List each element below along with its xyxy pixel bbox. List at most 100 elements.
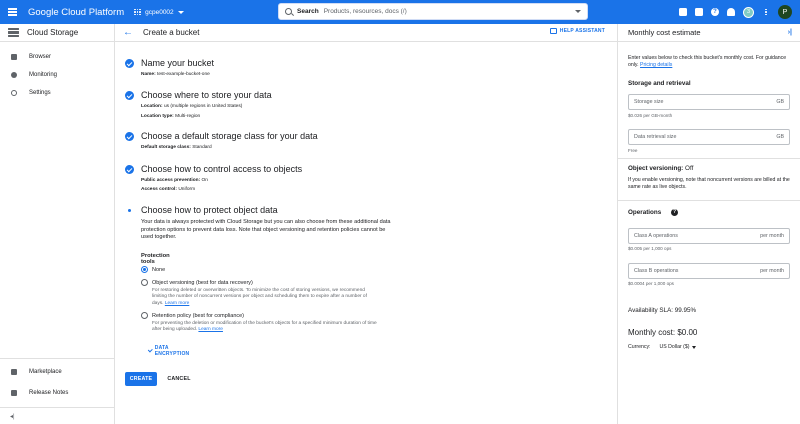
step-title: Choose how to control access to objects	[141, 164, 303, 174]
class-a-hint: $0.005 per 1,000 ops	[628, 246, 672, 251]
retrieval-size-unit: GB	[776, 134, 784, 140]
sidebar-item-settings[interactable]: Settings	[0, 84, 114, 102]
sidebar-item-release-notes[interactable]: Release Notes	[0, 382, 114, 403]
cloud-shell-icon[interactable]	[695, 8, 703, 16]
search-icon	[285, 8, 292, 15]
class-a-unit: per month	[760, 233, 784, 239]
notification-badge[interactable]: 3	[743, 6, 754, 18]
brand-title[interactable]: Google Cloud Platform	[28, 7, 124, 18]
panel-title: Monthly cost estimate	[628, 28, 701, 37]
notifications-icon[interactable]	[727, 8, 735, 16]
summary-key: Access control:	[141, 187, 177, 192]
class-b-operations-input[interactable]: Class B operations per month	[628, 263, 790, 279]
radio-none-label[interactable]: None	[152, 267, 165, 273]
summary-value: Standard	[192, 145, 212, 150]
radio-object-versioning-label[interactable]: Object versioning (best for data recover…	[152, 280, 253, 286]
help-assistant-icon	[549, 28, 557, 34]
chevron-down-icon	[177, 10, 184, 14]
class-b-hint: $0.0004 per 1,000 ops	[628, 281, 674, 286]
avatar[interactable]: P	[778, 5, 792, 19]
gear-icon	[11, 90, 17, 96]
sidebar-title: Cloud Storage	[27, 28, 79, 37]
radio-retention-policy[interactable]	[141, 312, 148, 319]
gift-icon[interactable]	[679, 8, 687, 16]
storage-size-unit: GB	[776, 99, 784, 105]
sidebar-item-label: Settings	[29, 90, 51, 96]
monthly-cost: Monthly cost: $0.00	[628, 328, 698, 337]
project-name: gcpe0002	[145, 8, 174, 16]
step-summary: Default storage class: Standard	[141, 145, 212, 150]
search-bar[interactable]: Search Products, resources, docs (/)	[278, 3, 588, 20]
class-a-operations-input[interactable]: Class A operations per month	[628, 228, 790, 244]
project-dots-icon	[134, 8, 141, 16]
step-title: Choose how to protect object data	[141, 205, 278, 215]
availability-sla-text: Availability SLA: 99.95%	[628, 307, 697, 314]
sidebar-item-monitoring[interactable]: Monitoring	[0, 66, 114, 84]
help-assistant-button[interactable]: HELP ASSISTANT	[549, 28, 605, 34]
storage-size-input[interactable]: Storage size GB	[628, 94, 790, 110]
main-content: ← Create a bucket HELP ASSISTANT Name yo…	[115, 24, 617, 424]
operations-label: Operations	[628, 209, 662, 217]
step-title: Name your bucket	[141, 58, 215, 68]
sidebar-item-label: Marketplace	[29, 368, 62, 375]
bucket-icon	[11, 54, 17, 60]
top-bar: Google Cloud Platform gcpe0002 Search Pr…	[0, 0, 800, 24]
step-summary: Public access prevention: On	[141, 178, 208, 183]
step-summary: Name: test-example-bucket-one	[141, 72, 210, 77]
sidebar-header: Cloud Storage	[0, 24, 114, 42]
collapse-sidebar-icon[interactable]: ◂|	[0, 408, 114, 424]
object-versioning-description: For restoring deleted or overwritten obj…	[152, 288, 377, 307]
sidebar-item-label: Release Notes	[29, 389, 69, 396]
step-summary: Location type: Multi-region	[141, 114, 200, 119]
marketplace-icon	[11, 368, 17, 375]
learn-more-link[interactable]: Learn more	[198, 327, 223, 332]
radio-retention-policy-label[interactable]: Retention policy (best for compliance)	[152, 313, 244, 319]
project-selector[interactable]: gcpe0002	[134, 8, 184, 16]
step-summary: Location: us (multiple regions in United…	[141, 104, 242, 109]
learn-more-link[interactable]: Learn more	[165, 301, 190, 306]
help-circle-icon[interactable]: ?	[671, 209, 678, 216]
cloud-storage-icon	[8, 28, 19, 37]
collapse-panel-icon[interactable]: ›|	[788, 29, 792, 36]
class-a-placeholder: Class A operations	[634, 233, 678, 239]
search-label: Search	[297, 8, 319, 15]
sidebar-item-label: Browser	[29, 54, 52, 60]
page-header: ← Create a bucket	[115, 24, 617, 42]
class-b-placeholder: Class B operations	[634, 268, 679, 274]
hamburger-menu-icon[interactable]	[0, 8, 24, 16]
summary-value: test-example-bucket-one	[157, 72, 210, 77]
storage-retrieval-title: Storage and retrieval	[628, 80, 691, 87]
sidebar-item-label: Monitoring	[29, 72, 58, 78]
cancel-button[interactable]: CANCEL	[163, 372, 195, 386]
more-vert-icon[interactable]	[762, 8, 770, 16]
step-summary: Access control: Uniform	[141, 187, 195, 192]
pricing-details-link[interactable]: Pricing details	[640, 62, 672, 68]
sidebar-item-browser[interactable]: Browser	[0, 48, 114, 66]
sidebar-item-marketplace[interactable]: Marketplace	[0, 361, 114, 382]
radio-object-versioning[interactable]	[141, 279, 148, 286]
search-input[interactable]: Products, resources, docs (/)	[324, 8, 570, 15]
sidebar-bottom: Marketplace Release Notes ◂|	[0, 358, 114, 424]
help-assistant-label: HELP ASSISTANT	[559, 28, 605, 34]
create-button[interactable]: CREATE	[125, 372, 157, 386]
back-arrow-icon[interactable]: ←	[123, 27, 137, 38]
protection-tools-title: Protection tools	[141, 253, 170, 265]
operations-title: Operations ?	[628, 209, 678, 216]
search-expand-icon[interactable]	[575, 10, 581, 13]
panel-header: Monthly cost estimate ›|	[618, 24, 800, 42]
data-encryption-toggle[interactable]: DATA ENCRYPTION	[148, 345, 190, 357]
data-retrieval-input[interactable]: Data retrieval size GB	[628, 129, 790, 145]
active-step-dot-icon	[128, 209, 131, 212]
summary-value: Uniform	[178, 187, 196, 192]
summary-key: Location:	[141, 104, 163, 109]
help-icon[interactable]: ?	[711, 8, 719, 16]
step-title: Choose where to store your data	[141, 90, 272, 100]
radio-none[interactable]	[141, 266, 148, 273]
currency-selector[interactable]: Currency: US Dollar ($)	[628, 344, 697, 350]
check-circle-icon	[125, 59, 134, 68]
summary-value: On	[201, 178, 208, 183]
sidebar: Cloud Storage Browser Monitoring Setting…	[0, 24, 115, 424]
summary-key: Default storage class:	[141, 145, 191, 150]
availability-sla: Availability SLA: 99.95%	[628, 307, 696, 314]
check-circle-icon	[125, 91, 134, 100]
